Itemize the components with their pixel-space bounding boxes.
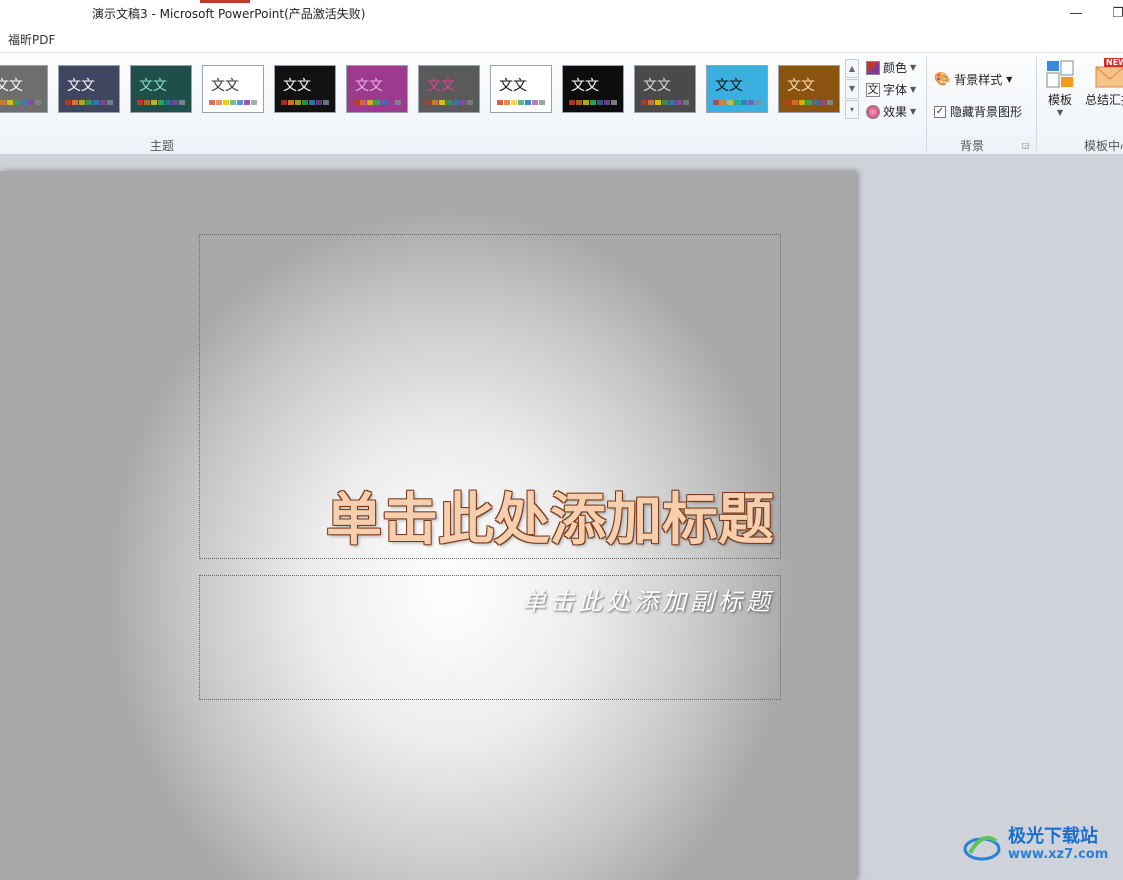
- theme-thumbnail[interactable]: 文文: [490, 65, 552, 113]
- theme-sample-text: 文文: [787, 78, 815, 94]
- title-bar: 演示文稿3 - Microsoft PowerPoint(产品激活失败) — ❐: [0, 0, 1123, 28]
- theme-color-swatches: [569, 100, 617, 105]
- theme-thumbnail[interactable]: 文文: [274, 65, 336, 113]
- theme-color-swatches: [137, 100, 185, 105]
- restore-icon: ❐: [1112, 5, 1123, 21]
- theme-thumbnail[interactable]: 文文: [562, 65, 624, 113]
- template-label: 模板: [1047, 93, 1072, 107]
- group-divider: [926, 57, 927, 151]
- theme-colors-label: 颜色: [883, 61, 908, 75]
- slide-canvas[interactable]: 单击此处添加标题 单击此处添加副标题: [0, 171, 856, 880]
- paint-bucket-icon: 🎨: [934, 72, 951, 87]
- theme-color-swatches: [497, 100, 545, 105]
- hide-background-checkbox[interactable]: ✓: [934, 105, 946, 118]
- effects-icon: [866, 104, 880, 119]
- themes-group-label: 主题: [149, 139, 174, 153]
- theme-colors-button[interactable]: 颜色 ▼: [866, 59, 916, 76]
- theme-sample-text: 文文: [139, 78, 167, 94]
- maximize-button[interactable]: ❐: [1108, 4, 1123, 22]
- theme-thumbnail[interactable]: 文文: [706, 65, 768, 113]
- theme-effects-label: 效果: [883, 105, 908, 119]
- theme-thumbnail[interactable]: 文文: [778, 65, 840, 113]
- background-group-label: 背景: [959, 139, 984, 153]
- window-title: 演示文稿3 - Microsoft PowerPoint(产品激活失败): [92, 7, 366, 21]
- chevron-down-icon: ▼: [1056, 108, 1064, 117]
- watermark-name: 极光下载站: [1008, 826, 1098, 847]
- theme-thumbnail[interactable]: 文文: [418, 65, 480, 113]
- slide-workspace: 单击此处添加标题 单击此处添加副标题: [0, 155, 1123, 880]
- template-icon: [1046, 60, 1074, 88]
- theme-fonts-label: 字体: [883, 83, 908, 97]
- background-style-button[interactable]: 🎨 背景样式 ▼: [934, 71, 1012, 88]
- theme-color-swatches: [281, 100, 329, 105]
- chevron-down-icon: ▼: [1006, 75, 1013, 84]
- theme-sample-text: 文文: [355, 78, 383, 94]
- title-placeholder-text: 单击此处添加标题: [326, 487, 774, 553]
- subtitle-placeholder[interactable]: 单击此处添加副标题: [199, 575, 781, 700]
- theme-sample-text: 文文: [427, 78, 455, 94]
- chevron-down-icon: ▼: [910, 107, 917, 116]
- gallery-up-button[interactable]: ▲: [845, 59, 859, 79]
- theme-fonts-button[interactable]: 文 字体 ▼: [866, 81, 916, 98]
- hide-background-toggle[interactable]: ✓ 隐藏背景图形: [934, 103, 1022, 120]
- minimize-button[interactable]: —: [1066, 4, 1086, 22]
- theme-effects-button[interactable]: 效果 ▼: [866, 103, 916, 120]
- title-placeholder[interactable]: 单击此处添加标题: [199, 234, 781, 559]
- tab-foxit-pdf[interactable]: 福昕PDF: [8, 31, 55, 48]
- theme-sample-text: 文文: [715, 78, 743, 94]
- theme-thumbnail[interactable]: 文文: [58, 65, 120, 113]
- theme-thumbnail[interactable]: 文文: [346, 65, 408, 113]
- theme-color-swatches: [785, 100, 833, 105]
- new-badge: NEW: [1104, 58, 1123, 67]
- template-button[interactable]: 模板 ▼: [1045, 59, 1075, 117]
- watermark-url: www.xz7.com: [1008, 847, 1109, 862]
- theme-thumbnail[interactable]: 文文: [130, 65, 192, 113]
- theme-color-swatches: [713, 100, 761, 105]
- menu-bar: 福昕PDF: [0, 28, 1123, 50]
- theme-color-swatches: [0, 100, 41, 105]
- theme-thumbnail[interactable]: 文文: [634, 65, 696, 113]
- gallery-more-button[interactable]: ▾: [845, 99, 859, 119]
- hide-background-label: 隐藏背景图形: [950, 105, 1023, 119]
- theme-sample-text: 文文: [67, 78, 95, 94]
- site-watermark: 极光下载站 www.xz7.com: [962, 828, 1108, 864]
- theme-color-swatches: [65, 100, 113, 105]
- colors-icon: [866, 60, 880, 75]
- summary-label: 总结汇报: [1085, 93, 1123, 107]
- theme-color-swatches: [209, 100, 257, 105]
- theme-thumbnail[interactable]: 文文: [0, 65, 48, 113]
- background-style-label: 背景样式: [954, 73, 1003, 87]
- theme-sample-text: 文文: [283, 78, 311, 94]
- theme-sample-text: 文文: [0, 78, 23, 94]
- group-divider: [1036, 57, 1037, 151]
- theme-sample-text: 文文: [499, 78, 527, 94]
- theme-sample-text: 文文: [571, 78, 599, 94]
- gallery-scroll: ▲ ▼ ▾: [845, 59, 859, 119]
- templates-group-label: 模板中心: [1084, 139, 1123, 153]
- theme-thumbnail[interactable]: 文文: [202, 65, 264, 113]
- subtitle-placeholder-text: 单击此处添加副标题: [522, 588, 774, 616]
- theme-color-swatches: [353, 100, 401, 105]
- theme-color-swatches: [425, 100, 473, 105]
- theme-sample-text: 文文: [643, 78, 671, 94]
- minimize-icon: —: [1069, 5, 1083, 21]
- chevron-down-icon: ▼: [910, 63, 917, 72]
- theme-color-swatches: [641, 100, 689, 105]
- dialog-launcher-icon[interactable]: ◲: [1022, 141, 1030, 150]
- theme-sample-text: 文文: [211, 78, 239, 94]
- ribbon: 文文 文文 文文 文文 文文 文文 文文 文文 文文 文文 文文 文文 ▲ ▼ ▾ 颜色 ▼ 文 字体…: [0, 52, 1123, 155]
- gallery-down-button[interactable]: ▼: [845, 79, 859, 99]
- chevron-down-icon: ▼: [910, 85, 917, 94]
- aurora-logo-icon: [963, 836, 1001, 861]
- fonts-icon: 文: [866, 82, 880, 97]
- title-accent: [200, 0, 250, 3]
